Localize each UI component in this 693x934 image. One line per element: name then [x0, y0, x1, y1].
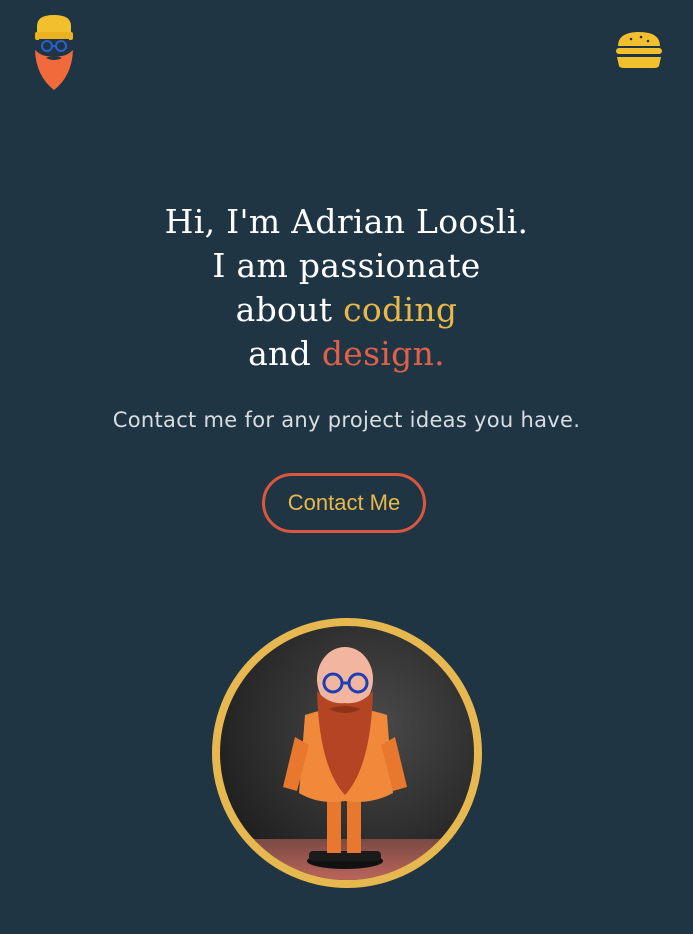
- contact-me-button[interactable]: Contact Me: [262, 473, 426, 533]
- accent-word-design: design.: [321, 334, 445, 373]
- accent-word-coding: coding: [343, 290, 458, 329]
- headline-line-1: Hi, I'm Adrian Loosli.: [164, 202, 529, 241]
- headline-line-3-prefix: about: [235, 290, 344, 329]
- hero-section: Hi, I'm Adrian Loosli. I am passionate a…: [0, 200, 693, 376]
- headline-line-4: and design.: [0, 332, 693, 376]
- bearded-man-logo-icon[interactable]: [32, 14, 76, 92]
- headline-line-4-prefix: and: [248, 334, 322, 373]
- burger-menu-icon[interactable]: [614, 30, 664, 70]
- portrait-image: [211, 617, 483, 889]
- headline-line-3: about coding: [0, 288, 693, 332]
- hero-subtitle: Contact me for any project ideas you hav…: [112, 408, 581, 432]
- hero-headline: Hi, I'm Adrian Loosli. I am passionate a…: [0, 200, 693, 376]
- headline-line-2: I am passionate: [212, 246, 481, 285]
